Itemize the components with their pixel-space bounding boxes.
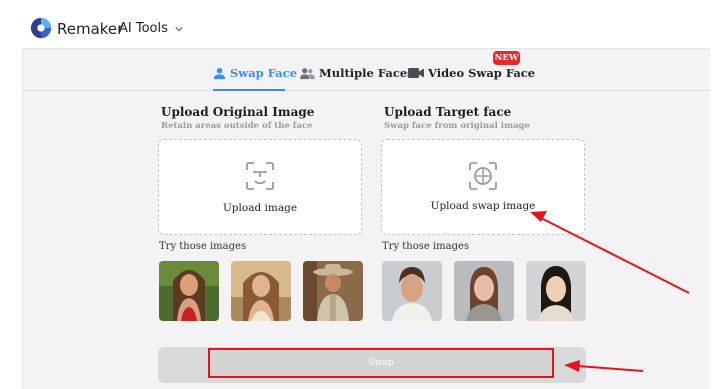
face-target-icon <box>469 162 497 190</box>
target-subtitle: Swap face from original image <box>384 121 530 131</box>
original-title: Upload Original Image <box>161 105 315 119</box>
swap-button[interactable]: Swap <box>208 348 554 378</box>
tab-swap-face[interactable]: Swap Face <box>213 66 297 80</box>
remaker-logo-icon[interactable] <box>30 17 52 39</box>
tab-swap-face-label: Swap Face <box>230 66 298 80</box>
upload-swap-image-label: Upload swap image <box>430 200 536 212</box>
sample-image-cowboy[interactable] <box>303 261 363 321</box>
tab-video-swap-face[interactable]: Video Swap Face <box>408 66 535 80</box>
face-scan-icon <box>246 162 274 190</box>
swap-bar: Swap <box>158 347 586 383</box>
tab-video-swap-face-label: Video Swap Face <box>428 66 536 80</box>
sample-image-woman-sunset[interactable] <box>231 261 291 321</box>
top-bar: Remaker AI Tools <box>0 0 714 50</box>
upload-image-label: Upload image <box>222 202 298 214</box>
swap-face-panel: Swap Face Multiple Faces Video Swap Face… <box>22 48 711 389</box>
video-camera-icon <box>408 68 424 78</box>
original-dropzone[interactable]: Upload image <box>158 139 362 235</box>
active-tab-indicator <box>213 89 285 91</box>
chevron-down-icon <box>175 26 183 31</box>
new-badge: NEW <box>493 51 520 65</box>
tab-multiple-faces-label: Multiple Faces <box>319 66 414 80</box>
brand-name[interactable]: Remaker <box>57 20 123 38</box>
target-dropzone[interactable]: Upload swap image <box>381 139 585 235</box>
ai-tools-label: AI Tools <box>119 21 168 36</box>
sample-face-young-man[interactable] <box>382 261 442 321</box>
sample-face-young-woman[interactable] <box>454 261 514 321</box>
ai-tools-menu[interactable]: AI Tools <box>119 21 183 36</box>
sample-face-asian-woman[interactable] <box>526 261 586 321</box>
sample-image-woman-red-dress[interactable] <box>159 261 219 321</box>
user-icon <box>213 67 226 79</box>
original-subtitle: Retain areas outside of the face <box>161 121 313 131</box>
swap-button-label: Swap <box>368 358 394 368</box>
target-try-label: Try those images <box>382 241 470 252</box>
tool-tabs: Swap Face Multiple Faces Video Swap Face… <box>23 49 711 91</box>
target-title: Upload Target face <box>384 105 512 119</box>
original-try-label: Try those images <box>159 241 247 252</box>
users-icon <box>300 67 315 79</box>
tab-multiple-faces[interactable]: Multiple Faces <box>300 66 414 80</box>
